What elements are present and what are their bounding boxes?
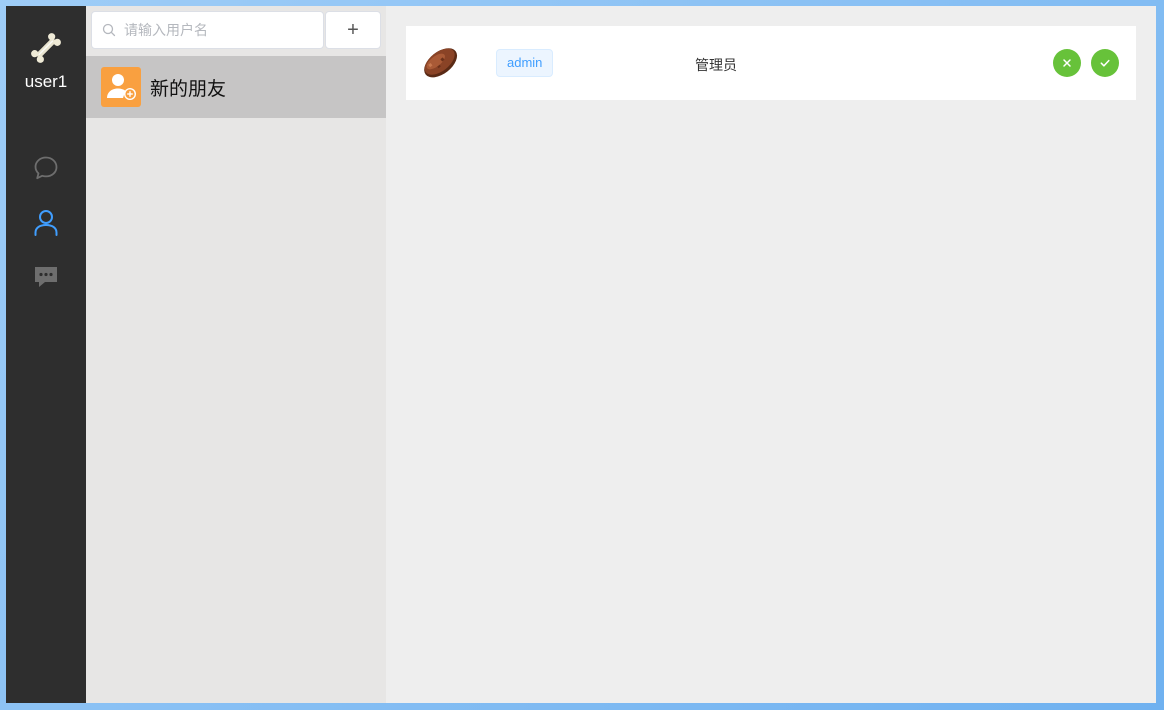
- app-window: user1 请输入用户名 + 新的朋友 admin 管理员: [6, 6, 1156, 703]
- friend-request-row: admin 管理员: [406, 26, 1136, 100]
- message-dots-icon: [35, 267, 57, 287]
- search-box: [91, 11, 324, 49]
- main-panel: admin 管理员: [386, 6, 1156, 703]
- nav-messages[interactable]: [31, 262, 61, 292]
- accept-request-button[interactable]: [1091, 49, 1119, 77]
- list-item-new-friends[interactable]: 新的朋友: [86, 56, 386, 118]
- user-role: 管理员: [695, 57, 737, 73]
- person-icon: [34, 210, 58, 236]
- search-icon: [102, 23, 116, 37]
- add-friend-button[interactable]: +: [325, 11, 381, 49]
- add-friend-icon: [107, 74, 136, 100]
- search-input[interactable]: [122, 21, 316, 39]
- chat-bubble-icon: [34, 156, 58, 180]
- username-tag: admin: [496, 49, 554, 77]
- current-username: user1: [24, 72, 68, 91]
- left-rail: user1: [6, 6, 86, 703]
- bone-logo-icon: [31, 33, 61, 63]
- nav-chat[interactable]: [31, 153, 61, 183]
- check-icon: [1100, 59, 1110, 67]
- list-item-label: 新的朋友: [150, 78, 227, 100]
- reject-request-button[interactable]: [1053, 49, 1081, 77]
- contact-list-panel: + 新的朋友: [86, 6, 386, 703]
- meat-avatar-icon: [424, 48, 458, 78]
- close-icon: [1063, 59, 1071, 67]
- nav-contacts[interactable]: [31, 207, 61, 237]
- new-friend-avatar: [101, 67, 141, 107]
